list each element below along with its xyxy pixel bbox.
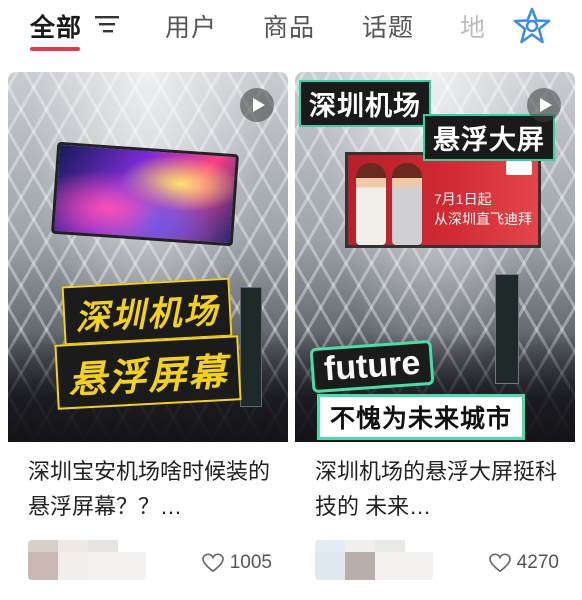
tab-all[interactable]: 全部 [30, 8, 82, 44]
floating-screen-image [51, 141, 239, 247]
signpost-image [240, 287, 262, 407]
thumbnail-title-line1: 深圳机场 [299, 80, 431, 127]
star-logo-icon[interactable] [512, 6, 552, 46]
like-count-value: 4270 [516, 552, 559, 573]
search-tab-bar: 全部 用户 商品 话题 地 [0, 0, 582, 58]
author-info-blurred[interactable] [315, 540, 433, 580]
thumbnail-title-line2: 悬浮屏幕 [54, 335, 242, 410]
feed-card[interactable]: 7月1日起 从深圳直飞迪拜 深圳机场 悬浮大屏 future 不愧为未来城市 深… [295, 72, 575, 600]
signpost-image [495, 274, 519, 384]
post-caption[interactable]: 深圳机场的悬浮大屏挺科技的 未来… [315, 454, 563, 524]
heart-icon[interactable] [201, 553, 224, 573]
thumbnail-overlay-subtitle: 不愧为未来城市 [317, 394, 526, 440]
tab-products[interactable]: 商品 [263, 8, 315, 44]
tab-users[interactable]: 用户 [165, 8, 217, 44]
thumbnail-overlay-word: future [309, 339, 435, 394]
play-icon[interactable] [527, 88, 561, 122]
thumbnail-title-line1: 深圳机场 [61, 277, 233, 346]
author-info-blurred[interactable] [28, 540, 146, 580]
video-thumbnail[interactable]: 深圳机场 悬浮屏幕 [8, 72, 288, 442]
ad-text-line2: 从深圳直飞迪拜 [434, 211, 532, 227]
heart-icon[interactable] [488, 553, 511, 573]
feed-card[interactable]: 深圳机场 悬浮屏幕 深圳宝安机场啥时候装的悬浮屏幕？？… 1005 [8, 72, 288, 600]
thumbnail-title-line2: 悬浮大屏 [423, 114, 555, 161]
ad-person-image [392, 163, 422, 245]
like-count[interactable]: 4270 [488, 552, 559, 574]
like-count[interactable]: 1005 [201, 552, 272, 574]
post-caption[interactable]: 深圳宝安机场啥时候装的悬浮屏幕？？… [28, 454, 276, 524]
filter-icon[interactable] [95, 14, 119, 34]
tab-topics[interactable]: 话题 [362, 8, 414, 44]
like-count-value: 1005 [229, 552, 272, 573]
play-icon[interactable] [240, 88, 274, 122]
airline-logo [506, 161, 532, 175]
ad-person-image [356, 163, 386, 245]
tab-places[interactable]: 地 [460, 8, 486, 44]
active-tab-indicator [30, 47, 80, 51]
video-thumbnail[interactable]: 7月1日起 从深圳直飞迪拜 深圳机场 悬浮大屏 future 不愧为未来城市 [295, 72, 575, 442]
ad-text: 7月1日起 从深圳直飞迪拜 [434, 189, 532, 229]
floating-ad-screen-image: 7月1日起 从深圳直飞迪拜 [345, 152, 541, 248]
ad-text-line1: 7月1日起 [434, 191, 492, 207]
